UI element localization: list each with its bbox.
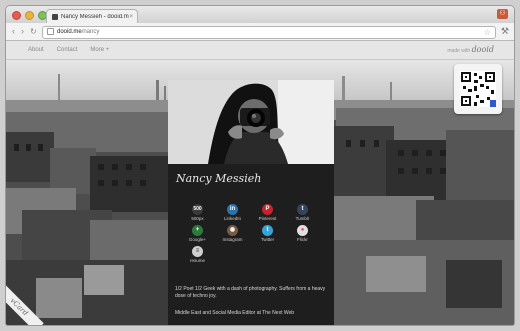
- profile-person-icon[interactable]: ⚇: [497, 9, 508, 19]
- browser-tab[interactable]: Nancy Messieh - dooid.me ×: [46, 9, 138, 24]
- social-instagram-link[interactable]: ◉ Instagram: [215, 225, 250, 242]
- favicon-icon: [52, 14, 58, 20]
- qr-code-icon: [460, 71, 496, 107]
- reload-button[interactable]: ↻: [30, 27, 37, 36]
- made-with-text: made with: [447, 48, 471, 54]
- page-content: Nancy Messieh 500 500px in LinkedIn P Pi…: [6, 60, 514, 325]
- photographer-portrait: [168, 80, 334, 164]
- forward-button[interactable]: ›: [21, 27, 24, 36]
- social-twitter-link[interactable]: t Twitter: [250, 225, 285, 242]
- social-label: Flickr: [297, 237, 308, 242]
- minimize-window-button[interactable]: [25, 11, 34, 20]
- nav-more-link[interactable]: More +: [90, 47, 109, 53]
- social-label: Twitter: [260, 237, 275, 242]
- qr-code[interactable]: [454, 64, 502, 114]
- social-tumblr-link[interactable]: t Tumblr: [285, 204, 320, 221]
- tumblr-icon: t: [297, 204, 308, 215]
- googleplus-icon: +: [192, 225, 203, 236]
- profile-name: Nancy Messieh: [176, 172, 262, 185]
- profile-card: Nancy Messieh 500 500px in LinkedIn P Pi…: [168, 80, 334, 325]
- social-label: resume: [189, 258, 205, 263]
- profile-bio: 1/2 Poet 1/2 Geek with a dash of photogr…: [175, 286, 326, 299]
- social-label: Tumblr: [295, 216, 310, 221]
- browser-toolbar: ‹ › ↻ dooid.me/nancy ☆ ⚒: [6, 23, 514, 41]
- url-host: dooid.me: [57, 29, 82, 35]
- social-linkedin-link[interactable]: in LinkedIn: [215, 204, 250, 221]
- pinterest-icon: P: [262, 204, 273, 215]
- social-flickr-link[interactable]: ● Flickr: [285, 225, 320, 242]
- social-label: Instagram: [222, 237, 243, 242]
- address-bar[interactable]: dooid.me/nancy ☆: [42, 26, 496, 39]
- 500px-icon: 500: [192, 204, 203, 215]
- tab-close-icon[interactable]: ×: [129, 14, 133, 20]
- url-path: /nancy: [81, 29, 100, 35]
- back-button[interactable]: ‹: [12, 27, 15, 36]
- browser-window: Nancy Messieh - dooid.me × ⚇ ‹ › ↻ dooid…: [6, 6, 514, 325]
- social-500px-link[interactable]: 500 500px: [180, 204, 215, 221]
- social-resume-link[interactable]: ≡ resume: [180, 246, 215, 263]
- tab-title: Nancy Messieh - dooid.me: [61, 14, 130, 20]
- made-with-dooid[interactable]: made with dooid: [447, 45, 494, 54]
- instagram-icon: ◉: [227, 225, 238, 236]
- bookmark-star-icon[interactable]: ☆: [484, 27, 491, 38]
- site-nav: About Contact More +: [28, 47, 109, 53]
- site-header: About Contact More + made with dooid: [6, 41, 514, 60]
- close-window-button[interactable]: [12, 11, 21, 20]
- social-label: LinkedIn: [223, 216, 241, 221]
- flickr-icon: ●: [297, 225, 308, 236]
- wrench-menu-icon[interactable]: ⚒: [501, 26, 509, 37]
- page-icon: [47, 27, 54, 35]
- nav-contact-link[interactable]: Contact: [57, 47, 78, 53]
- social-label: Pinterest: [258, 216, 277, 221]
- social-links: 500 500px in LinkedIn P Pinterest t Tumb…: [180, 204, 330, 263]
- title-bar: Nancy Messieh - dooid.me × ⚇: [6, 6, 514, 24]
- social-pinterest-link[interactable]: P Pinterest: [250, 204, 285, 221]
- profile-photo: [168, 80, 334, 164]
- window-controls: [12, 11, 47, 20]
- social-googleplus-link[interactable]: + Google+: [180, 225, 215, 242]
- twitter-icon: t: [262, 225, 273, 236]
- linkedin-icon: in: [227, 204, 238, 215]
- social-label: 500px: [191, 216, 204, 221]
- dooid-logo: dooid: [471, 45, 494, 54]
- social-label: Google+: [188, 237, 207, 242]
- resume-icon: ≡: [192, 246, 203, 257]
- profile-role: Middle East and Social Media Editor at T…: [175, 310, 295, 316]
- nav-about-link[interactable]: About: [28, 47, 44, 53]
